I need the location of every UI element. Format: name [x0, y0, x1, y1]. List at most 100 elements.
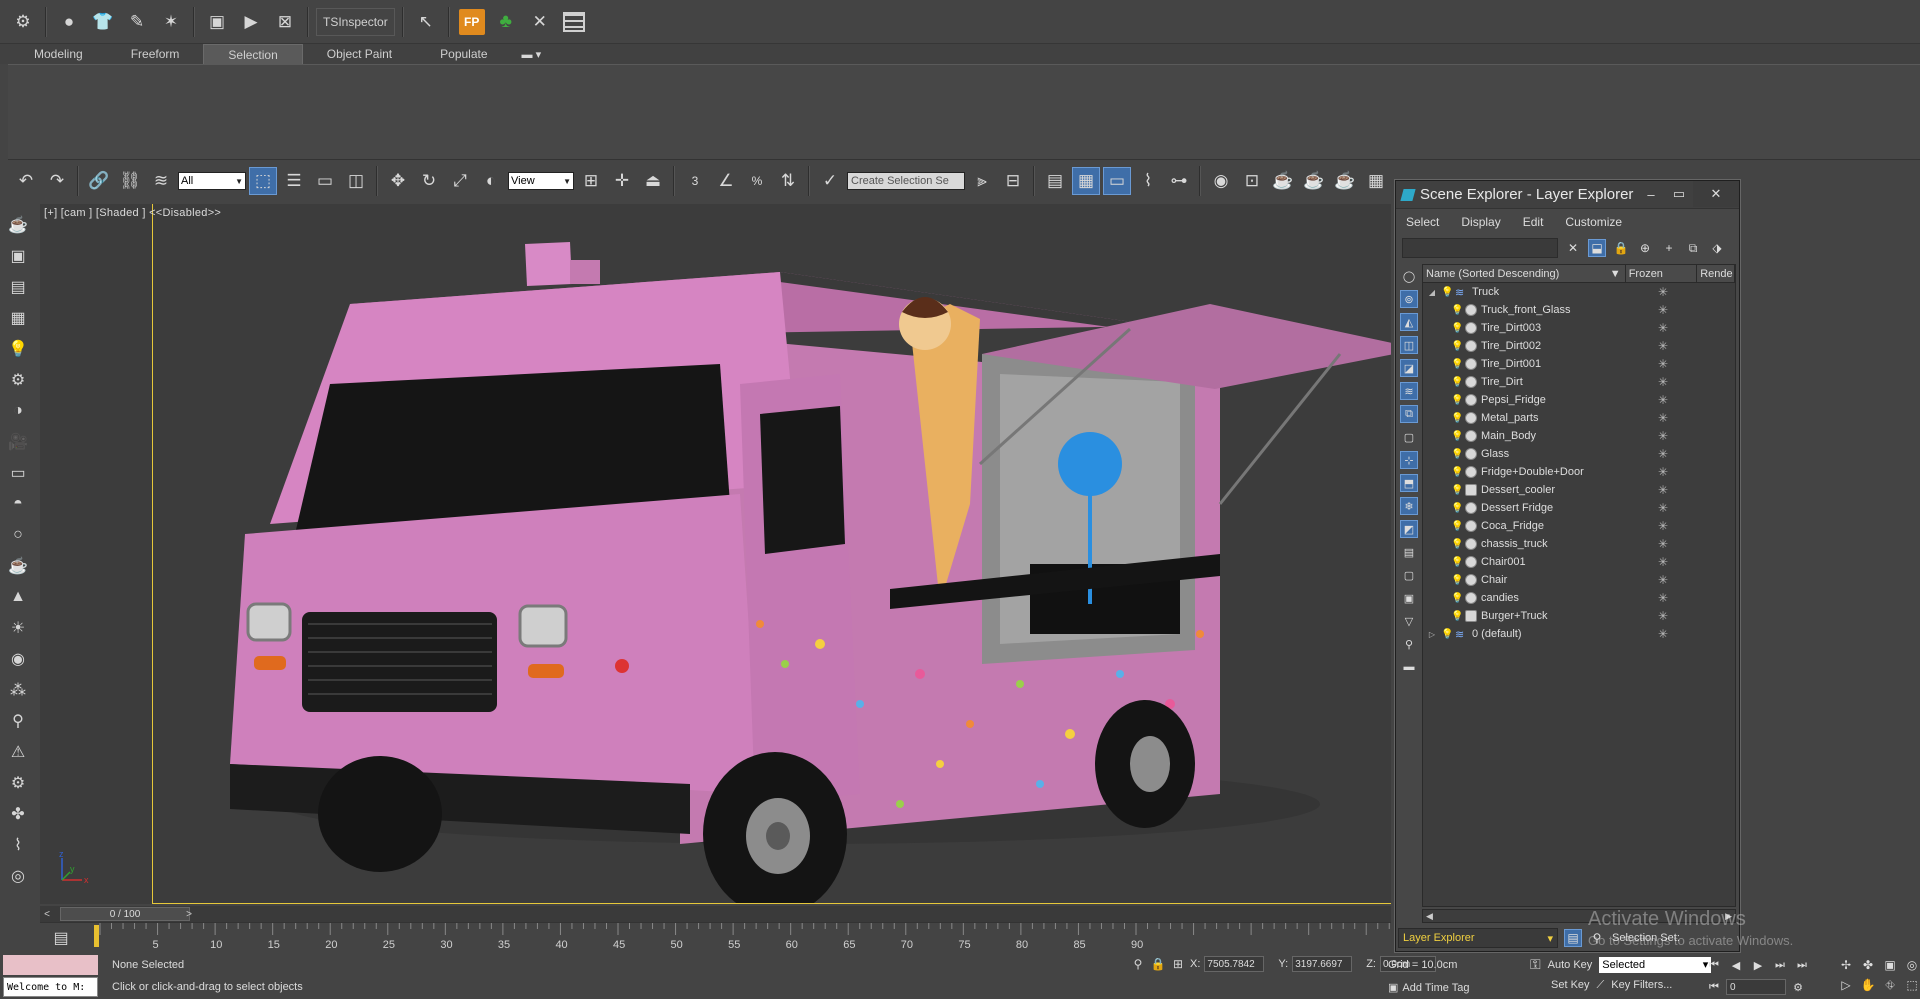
ribbon-options-dropdown[interactable]: ▬ ▾ [512, 44, 552, 64]
render-production-icon[interactable]: ⊠ [270, 7, 300, 37]
app-menu-icon[interactable]: ⚙ [8, 7, 38, 37]
frozen-toggle-icon[interactable]: ✳ [1627, 591, 1699, 605]
forest-pack-button[interactable]: FP [457, 7, 487, 37]
frozen-toggle-icon[interactable]: ✳ [1627, 627, 1699, 641]
frozen-toggle-icon[interactable]: ✳ [1627, 573, 1699, 587]
display-cameras-icon[interactable]: ◫ [1400, 336, 1418, 354]
toggle-layer-explorer-icon[interactable]: ▦ [1072, 167, 1100, 195]
viewport-label-text[interactable]: [+] [cam ] [Shaded ] [44, 207, 146, 219]
tree-object-row[interactable]: 💡 Dessert_cooler ✳ [1423, 481, 1735, 499]
tree-object-row[interactable]: 💡 Coca_Fridge ✳ [1423, 517, 1735, 535]
frozen-toggle-icon[interactable]: ✳ [1627, 501, 1699, 515]
select-layer-icon[interactable]: ⬗ [1708, 239, 1726, 257]
named-selection-sets-input[interactable]: Create Selection Se [847, 172, 965, 190]
visibility-bulb-icon[interactable]: 💡 [1451, 503, 1463, 514]
layer-properties-icon[interactable]: ⧉ [1684, 239, 1702, 257]
tree-object-row[interactable]: 💡 Chair ✳ [1423, 571, 1735, 589]
tree-object-row[interactable]: 💡 Chair001 ✳ [1423, 553, 1735, 571]
visibility-bulb-icon[interactable]: 💡 [1451, 395, 1463, 406]
tab-modeling[interactable]: Modeling [10, 44, 107, 64]
display-lights-icon[interactable]: ◭ [1400, 313, 1418, 331]
scale-icon[interactable]: ⤢ [446, 167, 474, 195]
sun-icon[interactable]: ☀ [5, 615, 31, 641]
window-crossing-icon[interactable]: ◫ [342, 167, 370, 195]
display-frozen-icon[interactable]: ❄ [1400, 497, 1418, 515]
frozen-toggle-icon[interactable]: ✳ [1627, 519, 1699, 533]
time-slider[interactable]: < 0 / 100 > [40, 906, 1391, 922]
frozen-toggle-icon[interactable]: ✳ [1627, 429, 1699, 443]
tree-icon[interactable]: ♣ [491, 7, 521, 37]
key-tangent-icon[interactable]: ⟋ [1597, 979, 1605, 992]
tree-row-name-cell[interactable]: 💡 Coca_Fridge [1423, 520, 1627, 532]
teapot-icon[interactable]: ☕ [5, 212, 31, 238]
time-slider-thumb[interactable]: 0 / 100 [60, 907, 190, 921]
visibility-bulb-icon[interactable]: 💡 [1451, 467, 1463, 478]
pan-icon[interactable]: ✋ [1858, 976, 1878, 994]
coord-y-input[interactable]: 3197.6697 [1292, 956, 1353, 972]
align-icon[interactable]: ⊟ [999, 167, 1027, 195]
helper-icon[interactable]: ⚠ [5, 739, 31, 765]
visibility-bulb-icon[interactable]: 💡 [1451, 305, 1463, 316]
visibility-bulb-icon[interactable]: 💡 [1451, 593, 1463, 604]
sphere-icon[interactable]: ● [54, 7, 84, 37]
filter-icon[interactable]: ⬓ [1588, 239, 1606, 257]
render-setup-icon[interactable]: ▣ [202, 7, 232, 37]
visibility-bulb-icon[interactable]: 💡 [1441, 287, 1453, 298]
key-mode-icon[interactable]: ⏮ [1704, 978, 1724, 996]
material-editor-icon[interactable]: ◉ [1207, 167, 1235, 195]
visibility-bulb-icon[interactable]: 💡 [1451, 359, 1463, 370]
selection-filter-dropdown[interactable]: All ▼ [178, 172, 246, 190]
scroll-left-icon[interactable]: ◀ [1426, 911, 1433, 922]
visibility-bulb-icon[interactable]: 💡 [1451, 575, 1463, 586]
visibility-bulb-icon[interactable]: 💡 [1451, 431, 1463, 442]
tree-row-name-cell[interactable]: 💡 Fridge+Double+Door [1423, 466, 1627, 478]
time-slider-next-icon[interactable]: > [182, 909, 196, 920]
add-time-tag-button[interactable]: ▣ Add Time Tag [1388, 981, 1469, 994]
snaps-toggle-button[interactable]: 3 [681, 167, 709, 195]
tree-row-name-cell[interactable]: 💡 Metal_parts [1423, 412, 1627, 424]
zoom-extents-icon[interactable]: ▣ [1880, 956, 1900, 974]
tree-row-name-cell[interactable]: 💡 Main_Body [1423, 430, 1627, 442]
collapse-arrow-icon[interactable]: ◢ [1427, 288, 1437, 297]
play-icon[interactable]: ▶ [1748, 956, 1768, 974]
tree-object-row[interactable]: 💡 Tire_Dirt001 ✳ [1423, 355, 1735, 373]
camera-viewport[interactable]: [+] [cam ] [Shaded ] <<Disabled>> x z y [40, 204, 1391, 904]
tree-row-name-cell[interactable]: 💡 Tire_Dirt002 [1423, 340, 1627, 352]
frozen-toggle-icon[interactable]: ✳ [1627, 609, 1699, 623]
display-bones-icon[interactable]: ⊹ [1400, 451, 1418, 469]
mirror-icon[interactable]: ⫸ [968, 167, 996, 195]
tree-object-row[interactable]: 💡 Tire_Dirt002 ✳ [1423, 337, 1735, 355]
frozen-toggle-icon[interactable]: ✳ [1627, 555, 1699, 569]
schematic-view-icon[interactable]: ⊶ [1165, 167, 1193, 195]
circle-icon[interactable]: ◉ [5, 646, 31, 672]
keyboard-shortcut-override-icon[interactable]: ⏏ [639, 167, 667, 195]
tools-icon[interactable]: ✕ [525, 7, 555, 37]
gear-icon[interactable]: ⚙ [5, 770, 31, 796]
tree-row-name-cell[interactable]: 💡 Glass [1423, 448, 1627, 460]
display-hidden-icon[interactable]: ◩ [1400, 520, 1418, 538]
menu-edit[interactable]: Edit [1523, 215, 1544, 229]
filter-funnel-icon[interactable]: ▽ [1400, 612, 1418, 630]
render-setup-toolbar-icon[interactable]: ⊡ [1238, 167, 1266, 195]
visibility-bulb-icon[interactable]: 💡 [1451, 539, 1463, 550]
walk-through-icon[interactable]: ⛗ [1880, 976, 1900, 994]
tree-object-row[interactable]: 💡 Main_Body ✳ [1423, 427, 1735, 445]
visibility-bulb-icon[interactable]: 💡 [1451, 377, 1463, 388]
tree-row-name-cell[interactable]: 💡 Chair001 [1423, 556, 1627, 568]
close-icon[interactable]: ✕ [1693, 181, 1739, 207]
frozen-toggle-icon[interactable]: ✳ [1627, 375, 1699, 389]
box-icon[interactable]: ▭ [5, 460, 31, 486]
visibility-bulb-icon[interactable]: 💡 [1451, 449, 1463, 460]
tree-object-row[interactable]: 💡 candies ✳ [1423, 589, 1735, 607]
tree-object-row[interactable]: 💡 Pepsi_Fridge ✳ [1423, 391, 1735, 409]
zoom-all-icon[interactable]: ✤ [1858, 956, 1878, 974]
paint-tool-icon[interactable]: ✎ [122, 7, 152, 37]
panel-icon[interactable]: ▦ [5, 305, 31, 331]
tree-object-row[interactable]: 💡 Metal_parts ✳ [1423, 409, 1735, 427]
next-frame-icon[interactable]: ⏭ [1770, 956, 1790, 974]
angle-snap-icon[interactable]: ∠ [712, 167, 740, 195]
toggle-ribbon-icon[interactable]: ▭ [1103, 167, 1131, 195]
go-to-start-icon[interactable]: ⏮ [1704, 956, 1724, 974]
frozen-toggle-icon[interactable]: ✳ [1627, 537, 1699, 551]
tree-row-name-cell[interactable]: 💡 Tire_Dirt001 [1423, 358, 1627, 370]
